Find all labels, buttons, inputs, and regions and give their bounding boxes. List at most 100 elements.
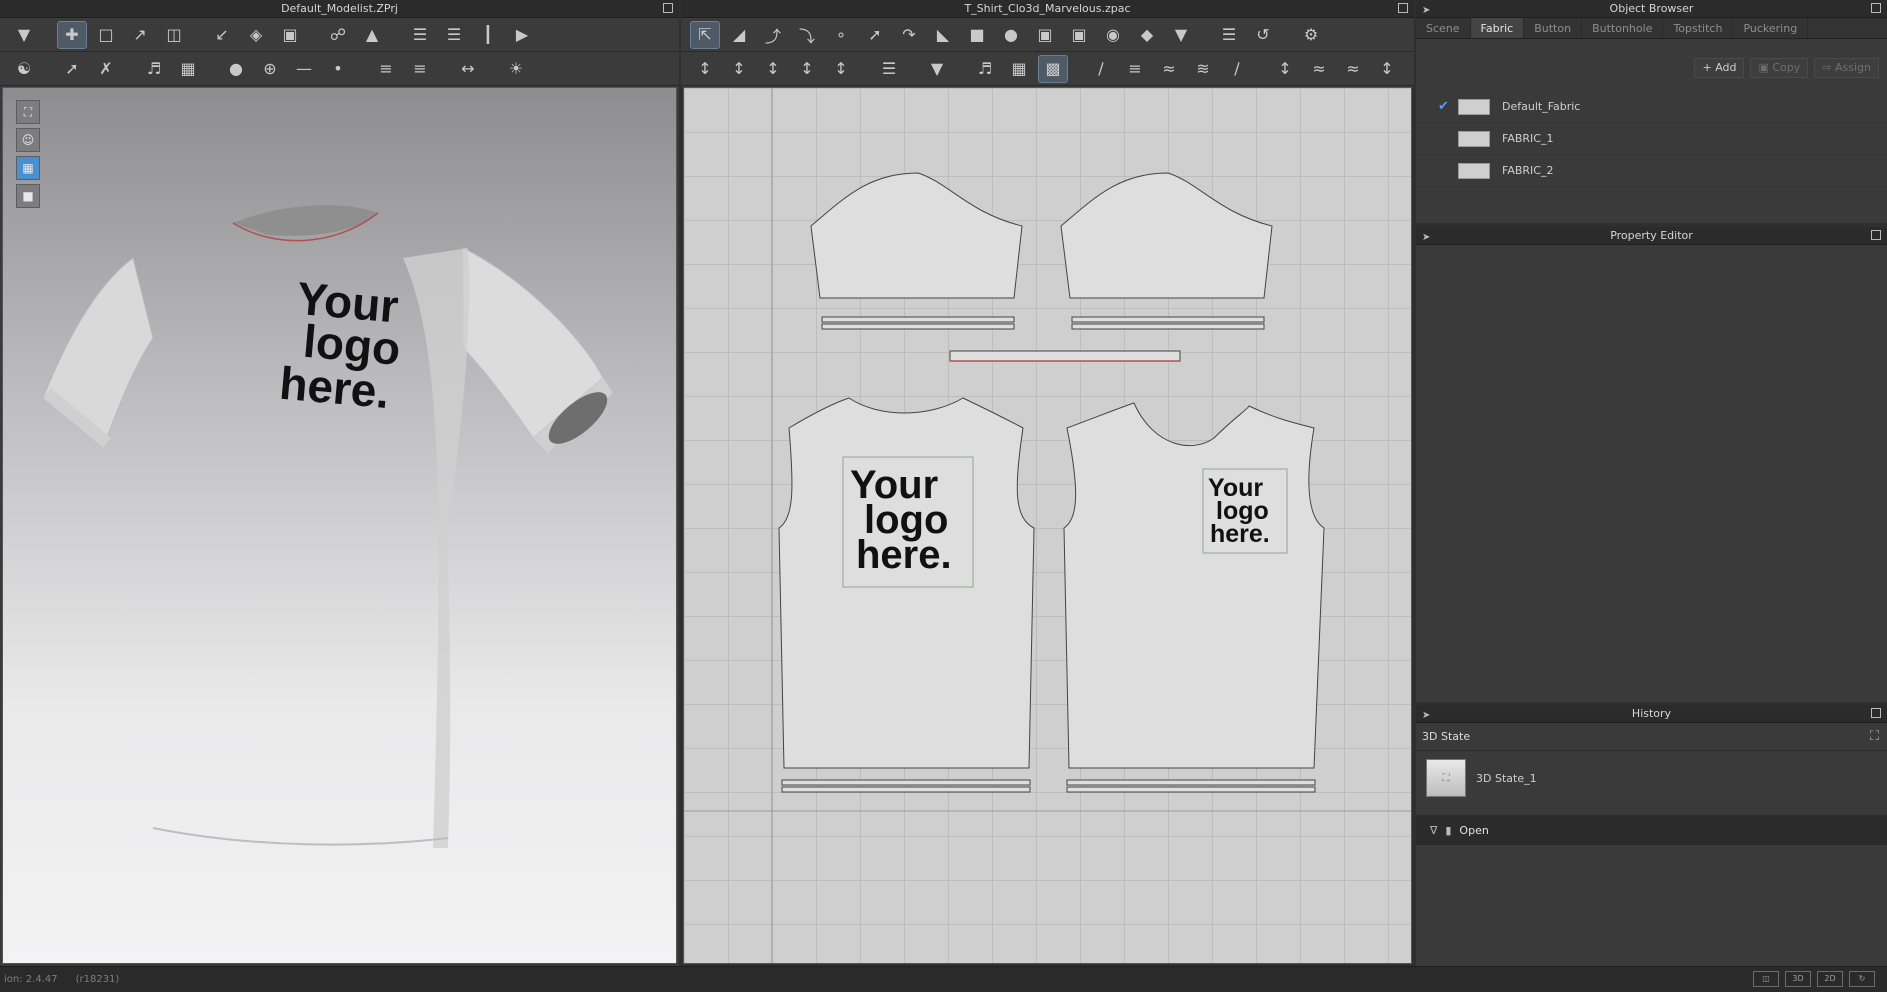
toolbar-separator: [909, 56, 917, 82]
add-point-icon[interactable]: ∘: [827, 22, 855, 48]
graphic-2d-icon[interactable]: ▦: [1005, 56, 1033, 82]
edit-curvature-icon[interactable]: ⤴: [759, 22, 787, 48]
viewport-3d[interactable]: ⛶ ☺ ▦ ■ Your logo here.: [2, 87, 677, 964]
zipper-icon[interactable]: ┃: [474, 22, 502, 48]
edit-sewing-icon[interactable]: ➚: [58, 56, 86, 82]
pattern-cuff-right-1: [1071, 316, 1265, 323]
texture-edit-icon[interactable]: ♬: [140, 56, 168, 82]
zigzag-icon[interactable]: ≈: [1305, 56, 1333, 82]
trace-icon[interactable]: ↷: [895, 22, 923, 48]
topstitch-icon[interactable]: ≡: [372, 56, 400, 82]
fold-icon[interactable]: ◫: [160, 22, 188, 48]
refresh-icon[interactable]: ↻: [1849, 971, 1875, 987]
copy-fabric-button[interactable]: ▣ Copy: [1750, 58, 1809, 78]
edit-pattern-icon[interactable]: ◢: [725, 22, 753, 48]
tab-scene[interactable]: Scene: [1416, 18, 1471, 38]
pin-icon[interactable]: ➤: [1422, 2, 1430, 20]
avatar-measure-icon[interactable]: ☍: [324, 22, 352, 48]
texture-2d-icon[interactable]: ♬: [971, 56, 999, 82]
seam-length-icon[interactable]: ↕: [1373, 56, 1401, 82]
edit-curve-point-icon[interactable]: ⤵: [793, 22, 821, 48]
tab-fabric[interactable]: Fabric: [1470, 18, 1525, 38]
internal-polygon-icon[interactable]: ▣: [1031, 22, 1059, 48]
measure-2d-icon[interactable]: ↕: [1271, 56, 1299, 82]
segment-sewing-icon[interactable]: ✗: [92, 56, 120, 82]
save-state-icon[interactable]: ⛶: [1870, 723, 1879, 751]
tack-icon[interactable]: ◈: [242, 22, 270, 48]
fabric-item[interactable]: FABRIC_1: [1416, 123, 1887, 155]
puckering-icon[interactable]: ☀: [502, 56, 530, 82]
internal-circle-icon[interactable]: ◉: [1099, 22, 1127, 48]
tab-buttonhole[interactable]: Buttonhole: [1582, 18, 1664, 38]
graphic-icon[interactable]: ▦: [174, 56, 202, 82]
expand-icon[interactable]: ∇: [1430, 824, 1437, 837]
texture-grid-icon[interactable]: ▩: [1038, 54, 1068, 83]
transform-icon[interactable]: ↗: [126, 22, 154, 48]
fabric-swatch: [1458, 130, 1490, 147]
free-topstitch-icon[interactable]: ≈: [1155, 56, 1183, 82]
add-fabric-button[interactable]: + Add: [1694, 58, 1745, 78]
topstitch-2d-icon[interactable]: ∕: [1087, 56, 1115, 82]
edit-sewing-2d-icon[interactable]: ↕: [759, 56, 787, 82]
button-icon[interactable]: ●: [222, 56, 250, 82]
rectangle-icon[interactable]: ■: [963, 22, 991, 48]
history-open-row[interactable]: ∇ ▮ Open: [1416, 815, 1887, 845]
pleat-icon[interactable]: ☰: [1215, 22, 1243, 48]
fasten-icon[interactable]: •: [324, 56, 352, 82]
transform-pattern-icon[interactable]: ⇱: [690, 20, 720, 49]
buttonhole-icon[interactable]: —: [290, 56, 318, 82]
seam-allowance-icon[interactable]: ≈: [1339, 56, 1367, 82]
float-window-icon[interactable]: [1871, 230, 1881, 240]
select-mesh-icon[interactable]: □: [92, 22, 120, 48]
view-mode-buttons: ◫ 3D 2D ↻: [1753, 971, 1875, 987]
multi-sewing-icon[interactable]: ↕: [793, 56, 821, 82]
select-move-icon[interactable]: ✚: [57, 20, 87, 49]
free-sewing-icon[interactable]: ↕: [725, 56, 753, 82]
view-3d-button[interactable]: 3D: [1785, 971, 1811, 987]
pin-icon[interactable]: ↙: [208, 22, 236, 48]
fold-line-icon[interactable]: ☰: [875, 56, 903, 82]
float-window-icon[interactable]: [1398, 3, 1408, 13]
history-section-label: 3D State: [1422, 730, 1471, 743]
polygon-icon[interactable]: ◣: [929, 22, 957, 48]
split-view-button[interactable]: ◫: [1753, 971, 1779, 987]
dart-icon[interactable]: ◆: [1133, 22, 1161, 48]
fabric-item[interactable]: FABRIC_2: [1416, 155, 1887, 187]
trim-icon[interactable]: ▼: [923, 56, 951, 82]
fold-arrange-icon[interactable]: ↺: [1249, 22, 1277, 48]
tshirt-side-shadow: [403, 248, 469, 848]
segment-topstitch-icon[interactable]: ≡: [406, 56, 434, 82]
notch-icon[interactable]: ▼: [1167, 22, 1195, 48]
tab-button[interactable]: Button: [1524, 18, 1583, 38]
grading-icon[interactable]: ⚙: [1297, 22, 1325, 48]
internal-rectangle-icon[interactable]: ▣: [1065, 22, 1093, 48]
assign-fabric-button[interactable]: ⇨ Assign: [1814, 58, 1879, 78]
history-state-item[interactable]: ⛶ 3D State_1: [1416, 751, 1887, 805]
tab-puckering[interactable]: Puckering: [1733, 18, 1809, 38]
garment-fit-icon[interactable]: ▲: [358, 22, 386, 48]
smocking-icon[interactable]: ∕: [1223, 56, 1251, 82]
avatar-pose-icon[interactable]: ☯: [10, 56, 38, 82]
layer-up-icon[interactable]: ☰: [406, 22, 434, 48]
pin-icon[interactable]: ➤: [1422, 229, 1430, 247]
puckering-2d-icon[interactable]: ≋: [1189, 56, 1217, 82]
view-2d-button[interactable]: 2D: [1817, 971, 1843, 987]
float-window-icon[interactable]: [1871, 708, 1881, 718]
check-sewing-icon[interactable]: ↕: [827, 56, 855, 82]
measure-icon[interactable]: ↔: [454, 56, 482, 82]
status-bar: ion: 2.4.47 (r18231) ◫ 3D 2D ↻: [0, 966, 1887, 992]
simulate-icon[interactable]: ▼: [10, 22, 38, 48]
elastic-icon[interactable]: ▶: [508, 22, 536, 48]
layer-down-icon[interactable]: ☰: [440, 22, 468, 48]
select-button-icon[interactable]: ⊕: [256, 56, 284, 82]
segment-topstitch-2d-icon[interactable]: ≡: [1121, 56, 1149, 82]
fitting-icon[interactable]: ▣: [276, 22, 304, 48]
fabric-item[interactable]: ✔ Default_Fabric: [1416, 91, 1887, 123]
float-window-icon[interactable]: [663, 3, 673, 13]
viewport-2d[interactable]: Your logo here. Your logo here.: [683, 87, 1412, 964]
float-window-icon[interactable]: [1871, 3, 1881, 13]
segment-sewing-2d-icon[interactable]: ↕: [691, 56, 719, 82]
tab-topstitch[interactable]: Topstitch: [1663, 18, 1734, 38]
circle-icon[interactable]: ●: [997, 22, 1025, 48]
curve-point-icon[interactable]: ➚: [861, 22, 889, 48]
